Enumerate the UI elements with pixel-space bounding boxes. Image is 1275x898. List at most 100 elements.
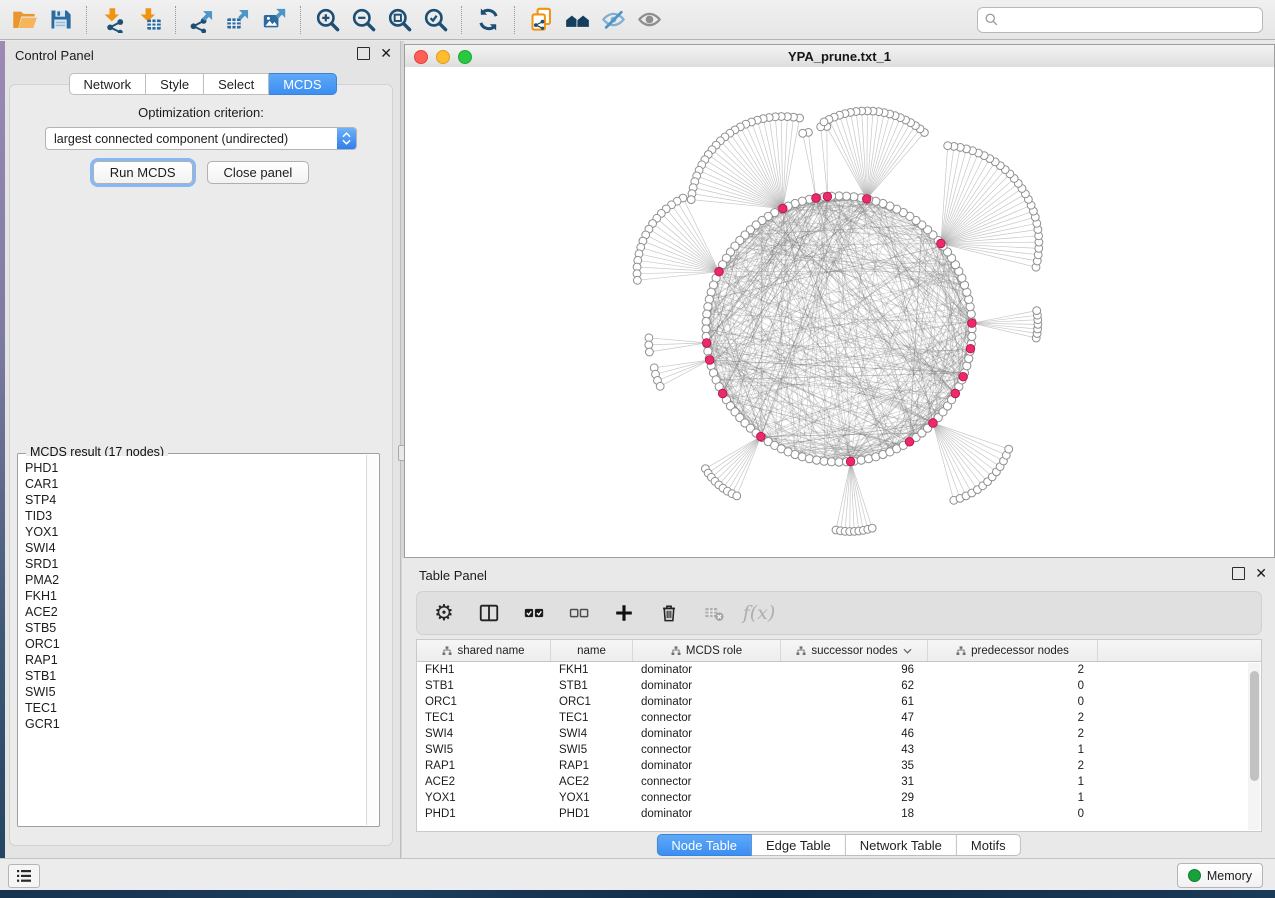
first-neighbors-button[interactable] [559,3,595,37]
table-cell: 1 [928,744,1098,756]
search-input[interactable] [977,7,1263,33]
tab-style[interactable]: Style [146,73,204,95]
table-row[interactable]: TEC1TEC1connector472 [417,710,1261,726]
toolbar-separator [86,6,87,34]
optimization-criterion-label: Optimization criterion: [10,105,392,120]
table-cell: connector [633,744,781,756]
table-cell: ACE2 [551,776,633,788]
dropdown-stepper-icon [337,128,356,149]
toolbar-separator [461,6,462,34]
table-cell: 29 [781,792,928,804]
table-cell: YOX1 [417,792,551,804]
column-header-successor-nodes[interactable]: successor nodes [781,640,928,661]
table-row[interactable]: ORC1ORC1dominator610 [417,694,1261,710]
mcds-result-item[interactable]: TID3 [25,508,366,524]
table-row[interactable]: RAP1RAP1dominator352 [417,758,1261,774]
export-table-button[interactable] [220,3,256,37]
column-header-MCDS-role[interactable]: MCDS role [633,640,781,661]
zoom-out-button[interactable] [345,3,381,37]
table-row[interactable]: SWI5SWI5connector431 [417,742,1261,758]
tab-select[interactable]: Select [204,73,269,95]
table-cell: TEC1 [551,712,633,724]
table-scrollbar-thumb[interactable] [1250,671,1259,781]
tab-motifs[interactable]: Motifs [957,834,1021,856]
memory-button[interactable]: Memory [1177,863,1263,888]
task-history-button[interactable] [8,864,40,888]
table-settings-button[interactable]: ⚙ [431,600,457,626]
zoom-selected-button[interactable] [417,3,453,37]
tab-edge-table[interactable]: Edge Table [752,834,846,856]
mcds-result-item[interactable]: CAR1 [25,476,366,492]
close-panel-icon[interactable]: ✕ [380,48,392,59]
table-cell: 18 [781,808,928,820]
table-row[interactable]: STB1STB1dominator620 [417,678,1261,694]
mcds-result-scrollbar[interactable] [366,455,378,825]
table-scrollbar[interactable] [1248,663,1260,830]
close-panel-button[interactable]: Close panel [207,161,310,184]
float-table-panel-icon[interactable] [1232,567,1245,580]
table-row[interactable]: ACE2ACE2connector311 [417,774,1261,790]
table-row[interactable]: FKH1FKH1dominator962 [417,662,1261,678]
zoom-in-button[interactable] [309,3,345,37]
mcds-result-item[interactable]: PMA2 [25,572,366,588]
mcds-result-item[interactable]: GCR1 [25,716,366,732]
mcds-result-group: MCDS result (17 nodes) PHD1CAR1STP4TID3Y… [17,453,380,827]
mcds-result-item[interactable]: TEC1 [25,700,366,716]
mcds-tab-content: Optimization criterion: largest connecte… [9,84,393,846]
import-network-button[interactable] [95,3,131,37]
mcds-result-item[interactable]: ORC1 [25,636,366,652]
export-image-button[interactable] [256,3,292,37]
apply-layout-button[interactable] [470,3,506,37]
network-graph[interactable] [405,67,1274,557]
open-session-button[interactable] [6,3,42,37]
hide-selected-button[interactable] [595,3,631,37]
table-cell: 47 [781,712,928,724]
mcds-result-item[interactable]: FKH1 [25,588,366,604]
export-network-web-button[interactable] [523,3,559,37]
float-panel-icon[interactable] [357,47,370,60]
mcds-result-item[interactable]: RAP1 [25,652,366,668]
criterion-dropdown[interactable]: largest connected component (undirected) [45,127,357,150]
mcds-result-item[interactable]: STB1 [25,668,366,684]
network-canvas[interactable] [405,67,1274,557]
show-all-hidden-button[interactable] [631,3,667,37]
column-header-shared-name[interactable]: shared name [417,640,551,661]
control-panel-tabs: NetworkStyleSelectMCDS [68,73,336,95]
mcds-result-item[interactable]: YOX1 [25,524,366,540]
mcds-result-item[interactable]: SWI4 [25,540,366,556]
mcds-result-item[interactable]: SRD1 [25,556,366,572]
column-header-predecessor-nodes[interactable]: predecessor nodes [928,640,1098,661]
mcds-result-item[interactable]: ACE2 [25,604,366,620]
zoom-fit-button[interactable] [381,3,417,37]
export-network-button[interactable] [184,3,220,37]
tab-network-table[interactable]: Network Table [846,834,957,856]
mcds-result-item[interactable]: STP4 [25,492,366,508]
delete-column-button[interactable] [656,600,682,626]
tab-mcds[interactable]: MCDS [269,73,336,95]
mcds-result-item[interactable]: PHD1 [25,460,366,476]
show-columns-button[interactable] [476,600,502,626]
close-table-panel-icon[interactable]: ✕ [1255,568,1267,579]
mcds-result-item[interactable]: SWI5 [25,684,366,700]
table-cell: dominator [633,696,781,708]
deselect-all-rows-button[interactable] [566,600,592,626]
run-mcds-button[interactable]: Run MCDS [93,161,193,184]
network-view-window: YPA_prune.txt_1 [404,44,1275,558]
table-row[interactable]: PHD1PHD1dominator180 [417,806,1261,822]
mcds-result-item[interactable]: STB5 [25,620,366,636]
table-row[interactable]: YOX1YOX1connector291 [417,790,1261,806]
save-session-button[interactable] [42,3,78,37]
search-box [977,7,1263,33]
table-cell: 0 [928,808,1098,820]
tab-network[interactable]: Network [68,73,146,95]
add-column-button[interactable] [611,600,637,626]
table-cell: SWI5 [551,744,633,756]
table-cell: SWI4 [551,728,633,740]
select-all-rows-button[interactable] [521,600,547,626]
table-cell: 1 [928,792,1098,804]
tab-node-table[interactable]: Node Table [656,834,752,856]
table-row[interactable]: SWI4SWI4dominator462 [417,726,1261,742]
import-table-button[interactable] [131,3,167,37]
network-window-titlebar[interactable]: YPA_prune.txt_1 [405,45,1274,68]
column-header-name[interactable]: name [551,640,633,661]
